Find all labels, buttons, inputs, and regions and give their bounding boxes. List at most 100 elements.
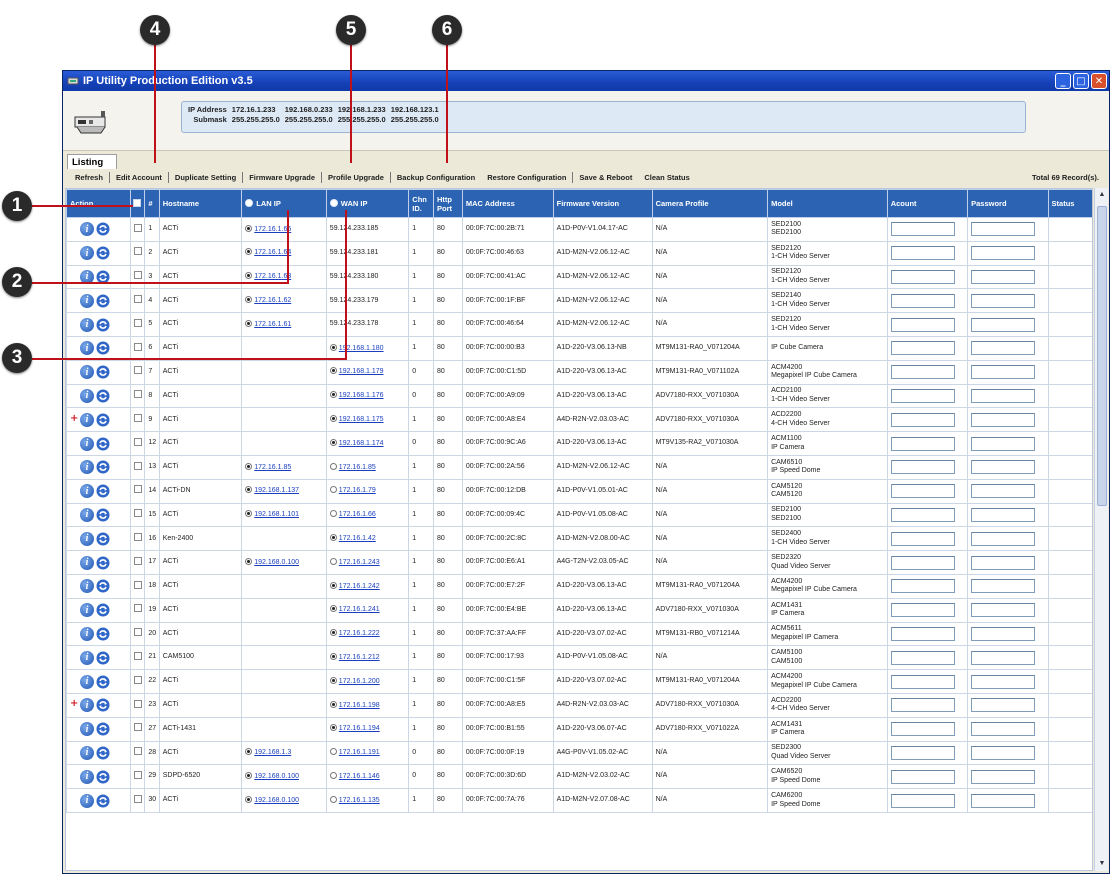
- table-row[interactable]: i 13 ACTi 172.16.1.85 172.16.1.85 1 80 0…: [66, 454, 1092, 480]
- password-input[interactable]: [971, 531, 1036, 546]
- account-input[interactable]: [890, 436, 955, 451]
- password-input[interactable]: [971, 341, 1036, 356]
- account-input[interactable]: [890, 531, 955, 546]
- account-input[interactable]: [890, 222, 955, 237]
- account-input[interactable]: [890, 388, 955, 403]
- account-input[interactable]: [890, 698, 955, 713]
- refresh-icon[interactable]: [96, 318, 110, 332]
- refresh-icon[interactable]: [96, 698, 110, 712]
- account-input[interactable]: [890, 365, 955, 380]
- column-header-password[interactable]: Password: [967, 189, 1049, 218]
- row-checkbox[interactable]: [133, 556, 142, 565]
- table-row[interactable]: i 3 ACTi 172.16.1.63 59.124.233.180 1 80…: [66, 264, 1092, 290]
- lan-ip-link[interactable]: 172.16.1.61: [254, 321, 291, 328]
- firmware-upgrade-button[interactable]: Firmware Upgrade: [243, 173, 321, 182]
- info-icon[interactable]: i: [80, 722, 94, 737]
- wan-ip-radio[interactable]: [329, 700, 337, 708]
- account-input[interactable]: [890, 269, 955, 284]
- profile-upgrade-button[interactable]: Profile Upgrade: [322, 173, 390, 182]
- account-input[interactable]: [890, 460, 955, 475]
- wan-ip-link[interactable]: 172.16.1.66: [339, 511, 376, 518]
- wan-ip-radio[interactable]: [329, 581, 337, 589]
- row-checkbox[interactable]: [133, 461, 142, 470]
- wan-ip-link[interactable]: 172.16.1.243: [339, 559, 380, 566]
- row-checkbox[interactable]: [133, 366, 142, 375]
- refresh-icon[interactable]: [96, 556, 110, 570]
- row-checkbox[interactable]: [133, 628, 142, 637]
- wan-ip-link[interactable]: 172.16.1.222: [339, 630, 380, 637]
- lan-ip-link[interactable]: 192.168.0.100: [254, 773, 299, 780]
- info-icon[interactable]: i: [80, 507, 94, 522]
- column-header-account[interactable]: Acount: [886, 189, 969, 218]
- account-input[interactable]: [890, 293, 955, 308]
- info-icon[interactable]: i: [80, 531, 94, 546]
- wan-ip-link[interactable]: 172.16.1.198: [339, 702, 380, 709]
- wan-ip-radio[interactable]: [329, 510, 337, 518]
- info-icon[interactable]: i: [80, 341, 94, 356]
- table-row[interactable]: i 20 ACTi 172.16.1.222 1 80 00:0F:7C:37:…: [66, 621, 1092, 647]
- row-checkbox[interactable]: [133, 604, 142, 613]
- info-icon[interactable]: i: [80, 769, 94, 784]
- row-checkbox[interactable]: [133, 580, 142, 589]
- lan-ip-radio[interactable]: [245, 771, 253, 779]
- password-input[interactable]: [971, 579, 1036, 594]
- info-icon[interactable]: i: [80, 460, 94, 475]
- table-row[interactable]: i 2 ACTi 172.16.1.64 59.124.233.181 1 80…: [66, 240, 1092, 266]
- column-header-camera[interactable]: Camera Profile: [651, 189, 769, 218]
- column-header-firmware[interactable]: Firmware Version: [552, 189, 653, 218]
- lan-ip-radio[interactable]: [245, 272, 253, 280]
- wan-ip-link[interactable]: 192.168.1.176: [339, 392, 384, 399]
- password-input[interactable]: [971, 603, 1036, 618]
- lan-ip-link[interactable]: 172.16.1.65: [254, 226, 291, 233]
- info-icon[interactable]: i: [80, 674, 94, 689]
- account-input[interactable]: [890, 555, 955, 570]
- refresh-icon[interactable]: [96, 675, 110, 689]
- lan-ip-link[interactable]: 172.16.1.64: [254, 249, 291, 256]
- account-input[interactable]: [890, 674, 955, 689]
- row-checkbox[interactable]: [133, 223, 142, 232]
- account-input[interactable]: [890, 246, 955, 261]
- wan-ip-link[interactable]: 192.168.1.179: [339, 368, 384, 375]
- table-row[interactable]: i 18 ACTi 172.16.1.242 1 80 00:0F:7C:00:…: [66, 573, 1092, 599]
- refresh-icon[interactable]: [96, 508, 110, 522]
- expand-plus-icon[interactable]: +: [70, 698, 78, 709]
- refresh-icon[interactable]: [96, 294, 110, 308]
- password-input[interactable]: [971, 650, 1036, 665]
- table-row[interactable]: + i 23 ACTi 172.16.1.198 1 80 00:0F:7C:0…: [66, 692, 1092, 718]
- password-input[interactable]: [971, 412, 1036, 427]
- account-input[interactable]: [890, 769, 955, 784]
- info-icon[interactable]: i: [80, 745, 94, 760]
- column-header-http[interactable]: Http Port: [433, 189, 463, 218]
- refresh-icon[interactable]: [96, 603, 110, 617]
- refresh-icon[interactable]: [96, 722, 110, 736]
- wan-ip-link[interactable]: 172.16.1.191: [339, 749, 380, 756]
- info-icon[interactable]: i: [80, 650, 94, 665]
- edit-account-button[interactable]: Edit Account: [110, 173, 168, 182]
- table-row[interactable]: i 21 CAM5100 172.16.1.212 1 80 00:0F:7C:…: [66, 645, 1092, 671]
- password-input[interactable]: [971, 460, 1036, 475]
- wan-ip-link[interactable]: 172.16.1.42: [339, 535, 376, 542]
- lan-ip-link[interactable]: 172.16.1.63: [254, 273, 291, 280]
- row-checkbox[interactable]: [133, 414, 142, 423]
- wan-ip-radio[interactable]: [329, 724, 337, 732]
- wan-ip-radio[interactable]: [329, 676, 337, 684]
- lan-ip-link[interactable]: 192.168.1.101: [254, 511, 299, 518]
- tab-listing[interactable]: Listing: [67, 154, 117, 169]
- row-checkbox[interactable]: [133, 747, 142, 756]
- info-icon[interactable]: i: [80, 436, 94, 451]
- info-icon[interactable]: i: [80, 626, 94, 641]
- refresh-icon[interactable]: [96, 651, 110, 665]
- refresh-icon[interactable]: [96, 746, 110, 760]
- info-icon[interactable]: i: [80, 484, 94, 499]
- table-row[interactable]: i 6 ACTi 192.168.1.180 1 80 00:0F:7C:00:…: [66, 335, 1092, 361]
- wan-ip-link[interactable]: 172.16.1.79: [339, 487, 376, 494]
- row-checkbox[interactable]: [133, 342, 142, 351]
- refresh-icon[interactable]: [96, 484, 110, 498]
- column-header-mac[interactable]: MAC Address: [461, 189, 554, 218]
- table-row[interactable]: i 12 ACTi 192.168.1.174 0 80 00:0F:7C:00…: [66, 431, 1092, 456]
- wan-ip-radio[interactable]: [329, 367, 337, 375]
- table-row[interactable]: i 28 ACTi 192.168.1.3 172.16.1.191 0 80 …: [66, 740, 1092, 766]
- password-input[interactable]: [971, 507, 1036, 522]
- info-icon[interactable]: i: [80, 317, 94, 332]
- info-icon[interactable]: i: [80, 603, 94, 618]
